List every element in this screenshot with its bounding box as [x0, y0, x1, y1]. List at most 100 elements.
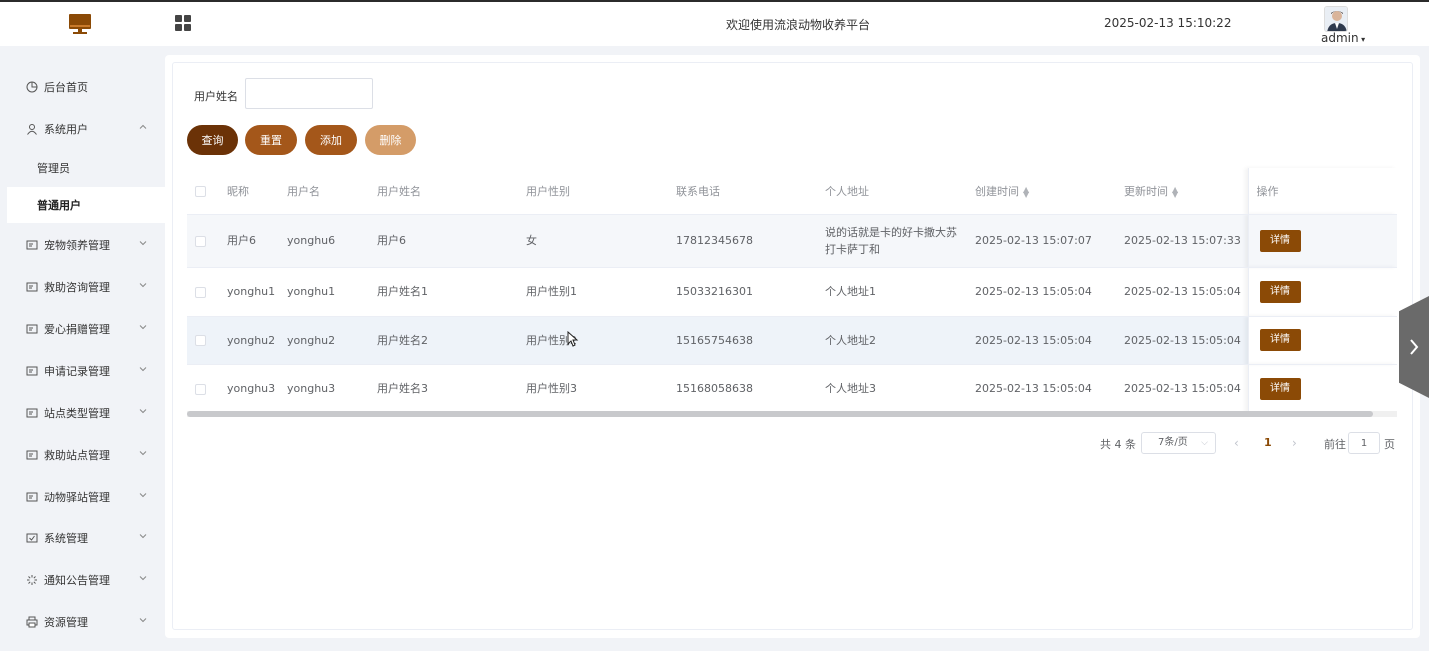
chevron-down-icon: ⌵ — [1201, 438, 1208, 448]
card-icon — [25, 239, 38, 252]
username-label: admin — [1321, 31, 1359, 45]
cell-gender: 用户性别2 — [526, 316, 676, 365]
row-checkbox[interactable] — [195, 383, 206, 395]
goto-page-input[interactable] — [1348, 432, 1380, 454]
sidebar-item-site-types[interactable]: 站点类型管理 — [0, 395, 165, 431]
sidebar-subitem-label: 普通用户 — [37, 199, 81, 212]
row-checkbox[interactable] — [195, 235, 206, 247]
sidebar-item-applications[interactable]: 申请记录管理 — [0, 353, 165, 389]
user-menu[interactable]: admin ▾ — [1321, 31, 1365, 45]
prev-page-icon[interactable]: ‹ — [1234, 436, 1239, 450]
avatar[interactable] — [1324, 6, 1348, 32]
cell-gender: 用户性别1 — [526, 267, 676, 317]
sidebar-item-label: 资源管理 — [44, 616, 88, 629]
horizontal-scrollbar[interactable] — [187, 411, 1397, 417]
column-header-address: 个人地址 — [825, 168, 975, 215]
sidebar-item-label: 救助站点管理 — [44, 449, 110, 462]
column-header-actions: 操作 — [1247, 168, 1397, 215]
card-icon — [25, 491, 38, 504]
column-header-updated-label: 更新时间 — [1124, 184, 1168, 198]
mouse-cursor-icon — [567, 331, 579, 347]
column-header-created[interactable]: 创建时间 ▲ ▼ — [975, 168, 1124, 215]
sidebar-item-label: 后台首页 — [44, 81, 88, 94]
sidebar-item-resources[interactable]: 资源管理 — [0, 604, 165, 640]
sidebar-item-animal-stations[interactable]: 动物驿站管理 — [0, 479, 165, 515]
column-header-updated[interactable]: 更新时间 ▲ ▼ — [1124, 168, 1248, 215]
page-size-select[interactable]: 7条/页 ⌵ — [1141, 432, 1216, 454]
row-checkbox[interactable] — [195, 286, 206, 298]
pagination-goto-label: 前往 — [1324, 438, 1346, 451]
user-avatar-icon — [1325, 7, 1347, 31]
table-row[interactable]: yonghu3 yonghu3 用户姓名3 用户性别3 15168058638 … — [187, 364, 1397, 414]
chevron-down-icon — [139, 618, 147, 623]
chevron-up-icon — [139, 124, 147, 129]
delete-button[interactable]: 删除 — [365, 125, 416, 155]
sidebar-subitem-normal-users[interactable]: 普通用户 — [7, 187, 165, 223]
sort-icon[interactable]: ▲ ▼ — [1172, 185, 1178, 198]
cell-username: yonghu1 — [287, 267, 377, 317]
cell-nickname: yonghu3 — [227, 364, 287, 414]
select-all-checkbox[interactable] — [195, 185, 206, 197]
column-header-nickname: 昵称 — [227, 168, 287, 215]
card-icon — [25, 365, 38, 378]
reset-button[interactable]: 重置 — [245, 125, 297, 155]
username-search-input[interactable] — [245, 78, 373, 109]
user-icon — [25, 123, 38, 136]
detail-button[interactable]: 详情 — [1259, 280, 1301, 303]
scrollbar-thumb[interactable] — [187, 411, 1373, 417]
query-button[interactable]: 查询 — [187, 125, 238, 155]
sidebar-item-system-users[interactable]: 系统用户 — [0, 111, 165, 147]
table-row[interactable]: 用户6 yonghu6 用户6 女 17812345678 说的话就是卡的好卡撒… — [187, 214, 1397, 268]
chevron-down-icon — [139, 576, 147, 581]
pagination-current-page[interactable]: 1 — [1264, 436, 1272, 449]
chevron-down-icon — [139, 283, 147, 288]
detail-button[interactable]: 详情 — [1259, 229, 1301, 252]
detail-button[interactable]: 详情 — [1259, 329, 1301, 351]
sidebar-subitem-label: 管理员 — [37, 162, 70, 175]
chevron-down-icon — [139, 241, 147, 246]
cell-updated: 2025-02-13 15:05:04 — [1124, 364, 1248, 414]
column-header-gender: 用户性别 — [526, 168, 676, 215]
sidebar-item-announcements[interactable]: 通知公告管理 — [0, 562, 165, 598]
sort-icon[interactable]: ▲ ▼ — [1023, 185, 1029, 198]
sidebar-item-donations[interactable]: 爱心捐赠管理 — [0, 311, 165, 347]
cell-nickname: yonghu1 — [227, 267, 287, 317]
column-header-phone: 联系电话 — [676, 168, 825, 215]
cell-name: 用户姓名3 — [377, 364, 526, 414]
cell-username: yonghu6 — [287, 214, 377, 268]
row-checkbox[interactable] — [195, 335, 206, 346]
cell-updated: 2025-02-13 15:05:04 — [1124, 267, 1248, 317]
sidebar-item-label: 爱心捐赠管理 — [44, 323, 110, 336]
check-box-icon — [25, 532, 38, 545]
cell-phone: 15168058638 — [676, 364, 825, 414]
add-button[interactable]: 添加 — [305, 125, 357, 155]
card-icon — [25, 323, 38, 336]
sidebar-item-rescue-sites[interactable]: 救助站点管理 — [0, 437, 165, 473]
loading-icon — [25, 574, 38, 587]
card-icon — [25, 407, 38, 420]
table-row[interactable]: yonghu1 yonghu1 用户姓名1 用户性别1 15033216301 … — [187, 267, 1397, 317]
cell-address: 个人地址2 — [825, 316, 975, 365]
sidebar-item-rescue-consult[interactable]: 救助咨询管理 — [0, 269, 165, 305]
grid-icon[interactable] — [175, 15, 191, 31]
chevron-right-icon[interactable] — [1408, 337, 1420, 357]
detail-button[interactable]: 详情 — [1259, 377, 1301, 400]
page-title: 欢迎使用流浪动物收养平台 — [726, 18, 871, 32]
pagination-page-suffix: 页 — [1384, 438, 1395, 451]
sidebar-item-system-management[interactable]: 系统管理 — [0, 520, 165, 556]
cell-name: 用户6 — [377, 214, 526, 268]
sidebar-item-label: 救助咨询管理 — [44, 281, 110, 294]
sidebar-subitem-admins[interactable]: 管理员 — [0, 150, 165, 186]
cell-nickname: yonghu2 — [227, 316, 287, 365]
sidebar-item-dashboard[interactable]: 后台首页 — [0, 69, 165, 105]
monitor-icon[interactable] — [68, 12, 92, 36]
cell-address: 个人地址3 — [825, 364, 975, 414]
cell-created: 2025-02-13 15:07:07 — [975, 214, 1124, 268]
cell-phone: 15165754638 — [676, 316, 825, 365]
sidebar-item-pet-adoption[interactable]: 宠物领养管理 — [0, 227, 165, 263]
next-page-icon[interactable]: › — [1292, 436, 1297, 450]
table-row[interactable]: yonghu2 yonghu2 用户姓名2 用户性别2 15165754638 … — [187, 316, 1397, 365]
cell-address: 个人地址1 — [825, 267, 975, 317]
chevron-down-icon — [139, 325, 147, 330]
sidebar-item-label: 动物驿站管理 — [44, 491, 110, 504]
